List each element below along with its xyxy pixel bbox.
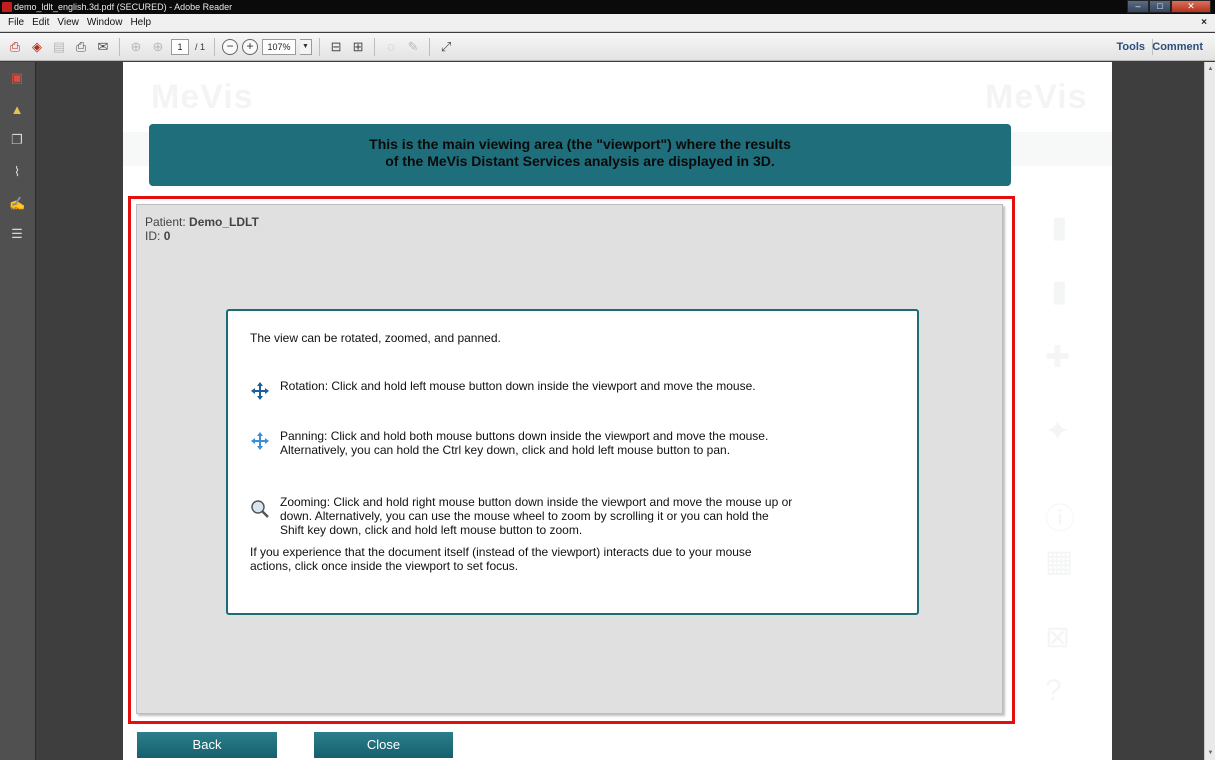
- scroll-up-icon[interactable]: ▲: [1206, 64, 1215, 74]
- toolbar: ⎙ ◈ ▤ ⎙ ✉ ⊕ ⊕ 1 / 1 − + 107% ▼ ⊟ ⊞ ◌ ✎ ⤢…: [0, 33, 1215, 61]
- help-rotation: Rotation: Click and hold left mouse butt…: [280, 379, 756, 393]
- pages-icon[interactable]: ❐: [9, 132, 25, 148]
- table-icon[interactable]: ▦: [1045, 544, 1073, 579]
- patient-info: Patient: Demo_LDLT ID: 0: [145, 215, 259, 243]
- menu-help[interactable]: Help: [126, 14, 155, 31]
- previous-page-icon[interactable]: ⊕: [127, 38, 145, 56]
- navigation-pane: ▣ ▲ ❐ ⌇ ✍ ☰: [0, 62, 36, 760]
- help-zooming-1: Zooming: Click and hold right mouse butt…: [280, 495, 793, 509]
- lock-icon[interactable]: ▲: [9, 102, 25, 118]
- liver-view-icon[interactable]: ▮: [1051, 210, 1068, 245]
- banner-line-1: This is the main viewing area (the "view…: [369, 136, 791, 152]
- back-button[interactable]: Back: [137, 732, 277, 758]
- zoom-in-icon[interactable]: +: [242, 38, 259, 55]
- scroll-down-icon[interactable]: ▼: [1206, 748, 1215, 758]
- 3d-viewport[interactable]: Patient: Demo_LDLT ID: 0 The view can be…: [136, 204, 1003, 714]
- signature-icon[interactable]: ✍: [9, 196, 25, 212]
- navigation-help-box: The view can be rotated, zoomed, and pan…: [226, 309, 919, 615]
- toolbar-divider: [429, 37, 431, 56]
- help-intro: The view can be rotated, zoomed, and pan…: [250, 331, 501, 345]
- id-label: ID:: [145, 229, 161, 243]
- page-total: / 1: [195, 41, 206, 52]
- sticky-note-icon[interactable]: ◌: [382, 38, 400, 56]
- mevis-logo-right: MeVis: [985, 78, 1088, 116]
- document-background-left: [37, 62, 123, 760]
- toolbar-divider: [214, 37, 216, 56]
- tools-view-icon[interactable]: ✦: [1045, 414, 1070, 449]
- zoom-level-input[interactable]: 107%: [262, 38, 297, 55]
- toolbar-divider: [319, 37, 321, 56]
- help-zooming-3: Shift key down, click and hold left mous…: [280, 523, 583, 537]
- help-focus-1: If you experience that the document itse…: [250, 545, 752, 559]
- document-background-right: [1112, 62, 1204, 760]
- fit-width-icon[interactable]: ⊟: [327, 38, 345, 56]
- help-zooming-2: down. Alternatively, you can use the mou…: [280, 509, 769, 523]
- maximize-button[interactable]: □: [1149, 0, 1171, 13]
- menu-file[interactable]: File: [4, 14, 28, 31]
- rotate-icon: [251, 382, 269, 400]
- adobe-reader-icon: [2, 2, 12, 12]
- banner-line-2: of the MeVis Distant Services analysis a…: [385, 153, 775, 169]
- help-panning-2: Alternatively, you can hold the Ctrl key…: [280, 443, 731, 457]
- next-page-icon[interactable]: ⊕: [149, 38, 167, 56]
- menu-bar: File Edit View Window Help ×: [0, 14, 1215, 32]
- toolbar-divider: [119, 37, 120, 56]
- comment-pane-button[interactable]: Comment: [1152, 33, 1203, 61]
- vessel-view-icon[interactable]: ✚: [1045, 340, 1070, 375]
- menu-window[interactable]: Window: [83, 14, 127, 31]
- close-button[interactable]: Close: [314, 732, 453, 758]
- print-icon[interactable]: ⎙: [72, 38, 90, 56]
- title-bar: demo_ldlt_english.3d.pdf (SECURED) - Ado…: [0, 0, 1215, 14]
- close-document-icon[interactable]: ×: [1201, 14, 1207, 32]
- segment-view-icon[interactable]: ▮: [1051, 274, 1068, 309]
- fit-page-icon[interactable]: ⊞: [349, 38, 367, 56]
- info-icon[interactable]: ⓘ: [1045, 494, 1075, 538]
- pan-icon: [251, 432, 269, 450]
- menu-view[interactable]: View: [53, 14, 83, 31]
- open-file-icon[interactable]: ⎙: [6, 38, 24, 56]
- window-title: demo_ldlt_english.3d.pdf (SECURED) - Ado…: [14, 2, 233, 12]
- viewport-hint-banner: This is the main viewing area (the "view…: [149, 124, 1011, 186]
- adobe-reader-window: demo_ldlt_english.3d.pdf (SECURED) - Ado…: [0, 0, 1215, 760]
- zoom-dropdown-icon[interactable]: ▼: [300, 38, 313, 55]
- page-number-input[interactable]: 1: [171, 38, 189, 55]
- window-controls: – □ ✕: [1127, 0, 1211, 14]
- help-icon[interactable]: ?: [1045, 674, 1062, 708]
- tools-pane-button[interactable]: Tools: [1116, 33, 1145, 61]
- create-pdf-icon[interactable]: ◈: [28, 38, 46, 56]
- zoom-icon: [251, 500, 269, 518]
- patient-name: Demo_LDLT: [189, 215, 259, 229]
- minimize-button[interactable]: –: [1127, 0, 1149, 13]
- pdf-icon[interactable]: ▣: [9, 70, 25, 86]
- reset-view-icon[interactable]: ⊠: [1045, 620, 1070, 655]
- model-tree-icon[interactable]: ☰: [9, 226, 25, 242]
- menu-edit[interactable]: Edit: [28, 14, 53, 31]
- id-value: 0: [163, 229, 171, 243]
- help-focus-2: actions, click once inside the viewport …: [250, 559, 519, 573]
- patient-label: Patient:: [145, 215, 186, 229]
- attachment-icon[interactable]: ⌇: [9, 164, 25, 180]
- close-window-button[interactable]: ✕: [1171, 0, 1211, 13]
- full-screen-icon[interactable]: ⤢: [437, 38, 455, 56]
- zoom-out-icon[interactable]: −: [222, 38, 239, 55]
- pdf-page: MeVis MeVis This is the main viewing are…: [123, 62, 1112, 760]
- mevis-logo-left: MeVis: [151, 78, 254, 116]
- help-panning-1: Panning: Click and hold both mouse butto…: [280, 429, 769, 443]
- highlight-icon[interactable]: ✎: [404, 38, 422, 56]
- save-icon[interactable]: ▤: [50, 38, 68, 56]
- vertical-scrollbar[interactable]: ▲ ▼: [1204, 62, 1215, 760]
- toolbar-divider: [374, 37, 376, 56]
- email-icon[interactable]: ✉: [94, 38, 112, 56]
